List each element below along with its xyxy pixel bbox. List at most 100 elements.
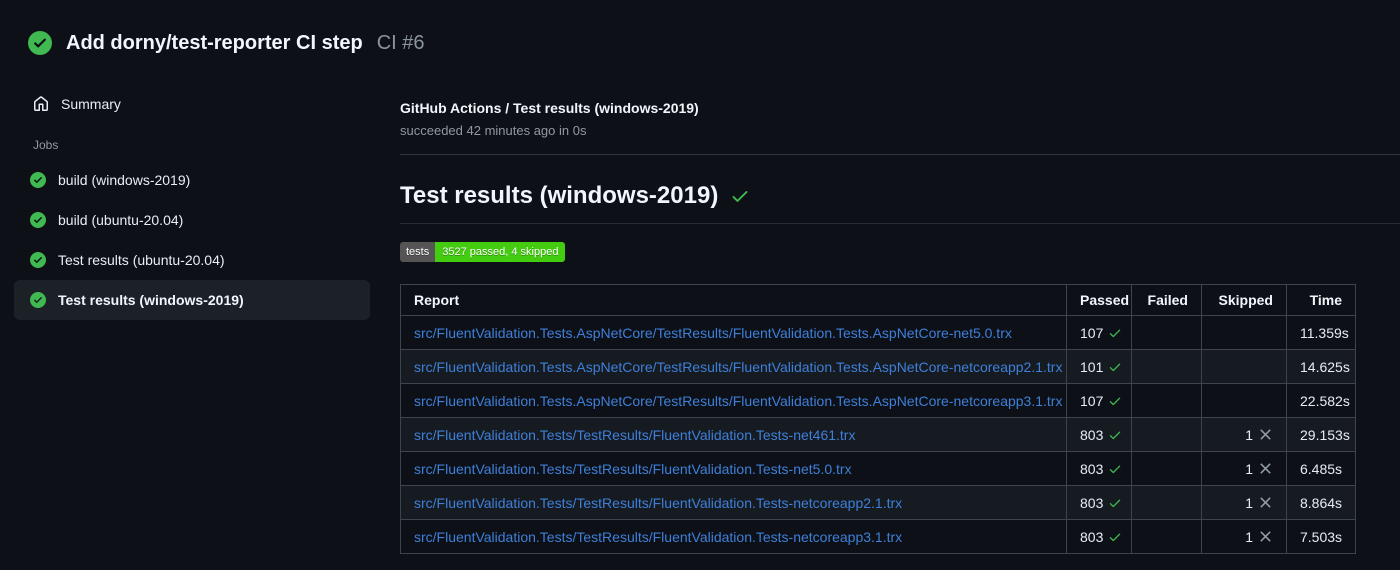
passed-cell: 803 [1066, 451, 1132, 486]
success-check-circle-icon [30, 292, 46, 308]
run-header: Add dorny/test-reporter CI step CI #6 [0, 0, 1400, 58]
table-row-1: src/FluentValidation.Tests.AspNetCore/Te… [400, 349, 1356, 384]
sidebar-item-job-0[interactable]: build (windows-2019) [14, 160, 370, 200]
check-suite-breadcrumb: GitHub Actions / Test results (windows-2… [400, 100, 699, 116]
sidebar: Summary Jobs build (windows-2019) build (… [0, 58, 390, 554]
sidebar-jobs-list: build (windows-2019) build (ubuntu-20.04)… [0, 160, 390, 320]
passed-cell: 107 [1066, 383, 1132, 418]
check-icon [1110, 431, 1121, 439]
time-cell: 14.625s [1286, 349, 1356, 384]
passed-count: 107 [1080, 392, 1104, 409]
success-check-circle-icon [30, 252, 46, 268]
column-header-passed: Passed [1066, 284, 1132, 316]
job-label: Test results (windows-2019) [58, 292, 244, 308]
table-row-0: src/FluentValidation.Tests.AspNetCore/Te… [400, 315, 1356, 350]
section-title: Test results (windows-2019) [400, 182, 719, 209]
content: Summary Jobs build (windows-2019) build (… [0, 58, 1400, 554]
passed-cell: 101 [1066, 349, 1132, 384]
badge-value: 3527 passed, 4 skipped [435, 242, 566, 262]
run-title: Add dorny/test-reporter CI step [66, 31, 363, 54]
report-cell: src/FluentValidation.Tests/TestResults/F… [400, 519, 1067, 554]
passed-count: 107 [1080, 324, 1104, 341]
table-row-6: src/FluentValidation.Tests/TestResults/F… [400, 519, 1356, 554]
run-status-line: succeeded 42 minutes ago in 0s [400, 123, 587, 138]
check-icon [1110, 499, 1121, 507]
section-heading: Test results (windows-2019) [400, 182, 1400, 210]
failed-cell [1131, 451, 1202, 486]
skipped-count: 1 [1245, 426, 1253, 443]
success-check-circle-icon [28, 31, 52, 55]
sidebar-item-job-2[interactable]: Test results (ubuntu-20.04) [14, 240, 370, 280]
home-icon [34, 96, 48, 111]
passed-cell: 803 [1066, 519, 1132, 554]
skipped-cell [1201, 315, 1287, 350]
failed-cell [1131, 349, 1202, 384]
report-cell: src/FluentValidation.Tests/TestResults/F… [400, 417, 1067, 452]
report-link[interactable]: src/FluentValidation.Tests/TestResults/F… [414, 427, 855, 443]
success-check-circle-icon [30, 212, 46, 228]
x-icon [1260, 429, 1271, 440]
check-icon [1110, 329, 1121, 337]
check-icon [1110, 533, 1121, 541]
report-cell: src/FluentValidation.Tests/TestResults/F… [400, 451, 1067, 486]
success-check-circle-icon [30, 172, 46, 188]
table-row-2: src/FluentValidation.Tests.AspNetCore/Te… [400, 383, 1356, 418]
skipped-cell [1201, 383, 1287, 418]
job-label: build (ubuntu-20.04) [58, 212, 184, 228]
workflow-run-page: Add dorny/test-reporter CI step CI #6 Su… [0, 0, 1400, 570]
report-cell: src/FluentValidation.Tests.AspNetCore/Te… [400, 383, 1067, 418]
time-cell: 29.153s [1286, 417, 1356, 452]
check-icon [1110, 363, 1121, 371]
test-results-table: Report Passed Failed Skipped Time src/Fluent… [400, 284, 1356, 554]
report-link[interactable]: src/FluentValidation.Tests.AspNetCore/Te… [414, 325, 1012, 341]
main-panel: GitHub Actions / Test results (windows-2… [390, 58, 1400, 554]
sidebar-jobs-heading: Jobs [33, 138, 59, 152]
column-header-time: Time [1286, 284, 1356, 316]
report-link[interactable]: src/FluentValidation.Tests/TestResults/F… [414, 495, 902, 511]
divider [400, 223, 1400, 224]
skipped-count: 1 [1245, 460, 1253, 477]
report-link[interactable]: src/FluentValidation.Tests.AspNetCore/Te… [414, 393, 1062, 409]
time-cell: 11.359s [1286, 315, 1356, 350]
report-cell: src/FluentValidation.Tests.AspNetCore/Te… [400, 315, 1067, 350]
report-cell: src/FluentValidation.Tests.AspNetCore/Te… [400, 349, 1067, 384]
table-row-4: src/FluentValidation.Tests/TestResults/F… [400, 451, 1356, 486]
skipped-cell: 1 [1201, 417, 1287, 452]
passed-cell: 803 [1066, 485, 1132, 520]
time-cell: 22.582s [1286, 383, 1356, 418]
passed-count: 803 [1080, 494, 1104, 511]
sidebar-item-job-3[interactable]: Test results (windows-2019) [14, 280, 370, 320]
failed-cell [1131, 417, 1202, 452]
failed-cell [1131, 383, 1202, 418]
x-icon [1260, 463, 1271, 474]
failed-cell [1131, 485, 1202, 520]
failed-cell [1131, 315, 1202, 350]
tests-badge: tests 3527 passed, 4 skipped [400, 242, 566, 262]
run-number: CI #6 [376, 31, 425, 54]
x-icon [1260, 497, 1271, 508]
skipped-count: 1 [1245, 528, 1253, 545]
table-header: Report Passed Failed Skipped Time [400, 284, 1356, 316]
table-row-3: src/FluentValidation.Tests/TestResults/F… [400, 417, 1356, 452]
time-cell: 7.503s [1286, 519, 1356, 554]
report-link[interactable]: src/FluentValidation.Tests/TestResults/F… [414, 529, 902, 545]
skipped-cell: 1 [1201, 519, 1287, 554]
report-link[interactable]: src/FluentValidation.Tests.AspNetCore/Te… [414, 359, 1062, 375]
sidebar-item-summary[interactable]: Summary [0, 86, 390, 122]
table-header-row: Report Passed Failed Skipped Time [400, 284, 1356, 316]
badge-label: tests [400, 242, 436, 262]
report-link[interactable]: src/FluentValidation.Tests/TestResults/F… [414, 461, 852, 477]
failed-cell [1131, 519, 1202, 554]
passed-cell: 803 [1066, 417, 1132, 452]
check-icon [732, 191, 748, 202]
x-icon [1260, 531, 1271, 542]
job-label: Test results (ubuntu-20.04) [58, 252, 225, 268]
check-icon [1110, 465, 1121, 473]
job-label: build (windows-2019) [58, 172, 191, 188]
skipped-count: 1 [1245, 494, 1253, 511]
column-header-skipped: Skipped [1201, 284, 1287, 316]
passed-count: 803 [1080, 528, 1104, 545]
table-row-5: src/FluentValidation.Tests/TestResults/F… [400, 485, 1356, 520]
passed-count: 803 [1080, 460, 1104, 477]
sidebar-item-job-1[interactable]: build (ubuntu-20.04) [14, 200, 370, 240]
